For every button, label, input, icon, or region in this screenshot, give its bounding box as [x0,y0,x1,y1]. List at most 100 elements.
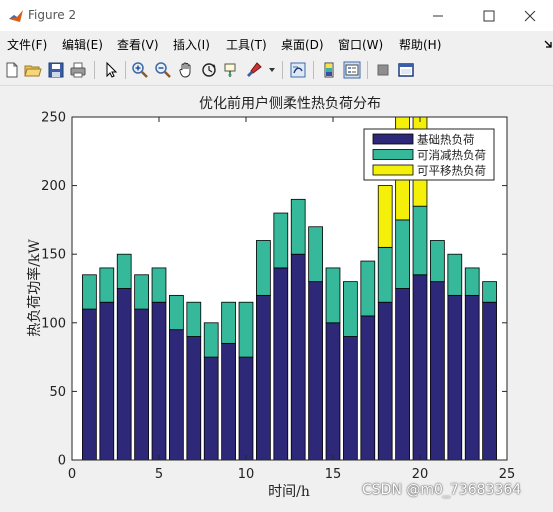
bar-segment-2-x15[interactable] [325,267,341,324]
bar-segment-1-x6[interactable] [169,329,184,461]
bar-segment-1-x22[interactable] [447,294,463,461]
toolbar-separator [125,61,126,79]
legend-swatch-1 [372,133,414,145]
y-axis-label: 热负荷功率/kW [26,239,43,337]
bar-segment-2-x12[interactable] [273,212,289,269]
bar-segment-1-x10[interactable] [238,356,254,461]
bar-segment-2-x10[interactable] [238,301,254,358]
bar-segment-2-x16[interactable] [343,281,358,337]
bar-segment-2-x11[interactable] [256,240,271,296]
zoom-in-icon[interactable] [131,61,149,79]
menu-file[interactable]: 文件(F) [7,36,47,53]
bar-segment-1-x23[interactable] [464,294,480,461]
bar-segment-2-x4[interactable] [134,274,149,310]
bar-segment-2-x1[interactable] [82,274,97,310]
bar-segment-1-x1[interactable] [82,308,97,461]
bar-segment-1-x3[interactable] [116,288,132,461]
bar-segment-1-x21[interactable] [430,281,445,461]
link-plot-icon[interactable] [289,61,307,79]
toolbar-separator [282,61,283,79]
y-tick-label: 200 [41,179,66,194]
legend-label-3: 可平移热负荷 [417,164,486,178]
bar-segment-2-x9[interactable] [221,301,236,344]
watermark-text: CSDN @m0_73683364 [362,482,522,498]
brush-icon[interactable] [245,61,263,79]
bar-segment-2-x22[interactable] [447,253,463,296]
legend-swatch-3 [372,164,414,176]
bar-segment-2-x13[interactable] [290,198,306,255]
x-tick-label: 10 [238,467,255,482]
bar-segment-2-x5[interactable] [151,267,167,303]
bar-segment-2-x21[interactable] [430,240,445,283]
bar-segment-2-x3[interactable] [116,253,132,289]
bar-segment-2-x14[interactable] [308,226,323,283]
bar-segment-2-x24[interactable] [482,281,497,303]
figure-canvas: 优化前用户侧柔性热负荷分布 0 5 10 15 20 25 0 50 100 150 200 250 … [0,86,553,508]
bar-segment-1-x2[interactable] [99,301,115,461]
rotate-3d-icon[interactable] [200,61,218,79]
bar-segment-1-x11[interactable] [256,294,271,461]
bar-segment-2-x8[interactable] [203,322,219,358]
legend-swatch-2 [372,149,414,160]
menu-window[interactable]: 窗口(W) [338,36,383,53]
bar-segment-1-x17[interactable] [360,315,376,461]
bar-segment-1-x12[interactable] [273,267,289,461]
bar-segment-2-x19[interactable] [395,219,410,289]
bar-segment-1-x8[interactable] [203,356,219,461]
menu-insert[interactable]: 插入(I) [173,36,210,53]
menu-help[interactable]: 帮助(H) [399,36,441,53]
y-tick-label: 0 [58,454,66,469]
bar-segment-1-x15[interactable] [325,322,341,461]
menu-edit[interactable]: 编辑(E) [62,36,103,53]
open-file-icon[interactable] [24,61,42,79]
bar-segment-2-x7[interactable] [186,301,202,337]
bar-segment-1-x18[interactable] [377,301,393,461]
edit-plot-arrow-icon[interactable] [102,61,120,79]
dock-arrow-icon[interactable] [543,39,553,49]
bar-segment-2-x2[interactable] [99,267,115,303]
menu-tools[interactable]: 工具(T) [226,36,267,53]
bar-segment-2-x6[interactable] [169,294,184,331]
data-cursor-icon[interactable] [223,61,241,79]
x-tick-label: 0 [68,467,76,482]
bar-segment-1-x9[interactable] [221,342,236,461]
insert-colorbar-icon[interactable] [320,61,338,79]
bar-segment-1-x20[interactable] [412,274,428,461]
menu-desktop[interactable]: 桌面(D) [281,36,324,53]
print-icon[interactable] [69,61,87,79]
close-button[interactable] [507,0,553,31]
new-figure-icon[interactable] [3,61,21,79]
menu-view[interactable]: 查看(V) [117,36,159,53]
close-icon [524,10,536,21]
bar-segment-1-x19[interactable] [395,288,410,461]
insert-legend-icon[interactable] [343,61,361,79]
bar-segment-1-x5[interactable] [151,301,167,461]
show-plot-tools-icon[interactable] [397,61,415,79]
bar-segment-1-x4[interactable] [134,308,149,461]
x-axis-label: 时间/h [268,484,310,500]
pan-hand-icon[interactable] [177,61,195,79]
hide-plot-tools-icon[interactable] [374,61,392,79]
bar-segment-1-x24[interactable] [482,301,497,461]
bar-chart[interactable]: 优化前用户侧柔性热负荷分布 0 5 10 15 20 25050100150200250 … [0,86,553,508]
zoom-out-icon[interactable] [154,61,172,79]
bar-segment-1-x7[interactable] [186,336,202,461]
bar-segment-2-x18[interactable] [377,246,393,303]
toolbar-separator [94,61,95,79]
minimize-button[interactable] [415,0,461,31]
minimize-icon [433,15,443,16]
y-tick-label: 250 [41,111,66,126]
bar-segment-2-x23[interactable] [464,267,480,296]
figure-toolbar [0,55,553,86]
legend[interactable]: 基础热负荷可消减热负荷可平移热负荷 [363,128,495,181]
bar-segment-2-x17[interactable] [360,260,376,317]
save-icon[interactable] [47,61,65,79]
legend-label-1: 基础热负荷 [417,133,475,147]
bar-segment-1-x13[interactable] [290,253,306,461]
bar-segment-2-x20[interactable] [412,205,428,276]
bar-segment-3-x18[interactable] [377,185,393,248]
brush-dropdown-icon[interactable] [268,67,276,73]
maximize-button[interactable] [466,0,512,31]
bar-segment-1-x16[interactable] [343,336,358,461]
bar-segment-1-x14[interactable] [308,281,323,461]
